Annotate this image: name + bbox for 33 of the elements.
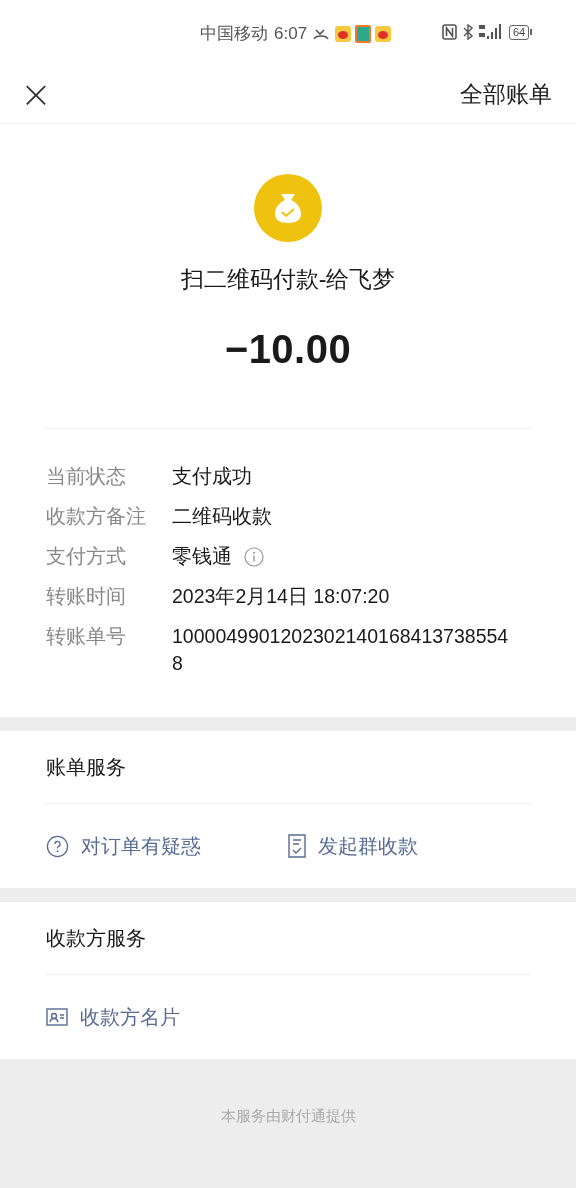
service-link[interactable]: 收款方名片 (46, 1003, 303, 1031)
footer-note: 本服务由财付通提供 (220, 1107, 356, 1126)
detail-label: 转账单号 (46, 624, 127, 649)
info-icon[interactable] (244, 546, 264, 567)
carrier-name: 中国移动 (200, 23, 268, 45)
detail-label: 支付方式 (46, 544, 127, 569)
amount: −10.00 (224, 327, 352, 372)
contact-card-icon (46, 1008, 68, 1026)
section-title: 收款方服务 (46, 925, 146, 951)
battery-level: 64 (509, 24, 530, 40)
money-bag-check-icon (254, 174, 322, 242)
document-check-icon (288, 834, 306, 858)
signal-icon (479, 24, 503, 40)
all-bills-link[interactable]: 全部账单 (460, 78, 552, 110)
detail-label: 转账时间 (46, 584, 127, 609)
clock-time: 6:07 (274, 23, 308, 44)
detail-label: 当前状态 (46, 464, 127, 489)
detail-value: 10000499012023021401684137385548 (172, 624, 510, 676)
close-button[interactable]: × (16, 74, 56, 114)
service-link[interactable]: 对订单有疑惑 (46, 832, 288, 860)
detail-label: 收款方备注 (46, 504, 147, 529)
nfc-icon (442, 24, 457, 40)
section-title: 账单服务 (46, 754, 126, 780)
help-icon (46, 834, 69, 858)
detail-value: 支付成功 (172, 464, 252, 489)
missed-call-icon (313, 27, 330, 40)
detail-value: 2023年2月14日 18:07:20 (172, 584, 390, 609)
payment-title: 扫二维码付款-给飞梦 (180, 265, 396, 294)
detail-value: 二维码收款 (172, 504, 272, 529)
service-link[interactable]: 发起群收款 (288, 832, 530, 860)
detail-value: 零钱通 (172, 544, 232, 569)
bluetooth-icon (463, 24, 473, 40)
notification-icons-drawing (335, 24, 392, 43)
